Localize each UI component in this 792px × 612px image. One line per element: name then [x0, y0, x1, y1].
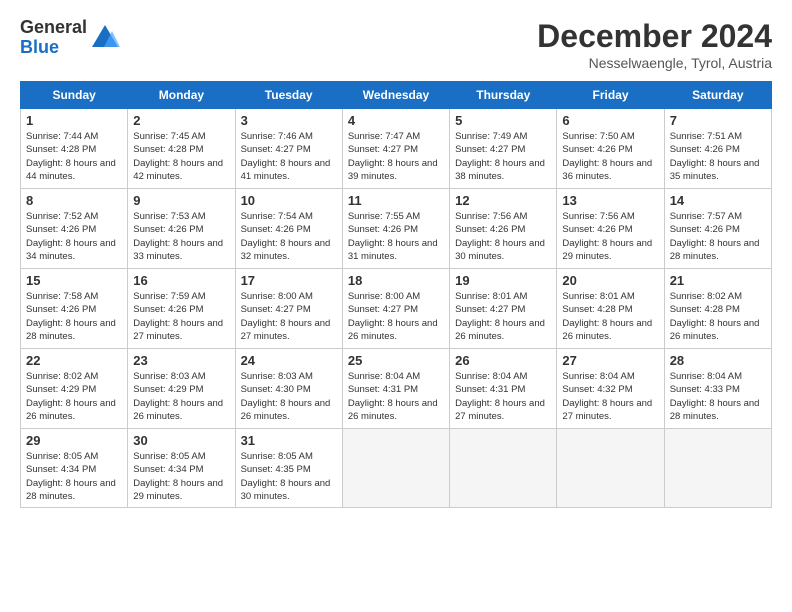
col-sunday: Sunday — [21, 82, 128, 109]
table-row: 29Sunrise: 8:05 AMSunset: 4:34 PMDayligh… — [21, 429, 128, 508]
logo-text: General Blue — [20, 18, 87, 58]
month-title: December 2024 — [537, 18, 772, 55]
table-row: 14Sunrise: 7:57 AMSunset: 4:26 PMDayligh… — [664, 189, 771, 269]
col-wednesday: Wednesday — [342, 82, 449, 109]
header: General Blue December 2024 Nesselwaengle… — [20, 18, 772, 71]
logo-general: General — [20, 17, 87, 37]
table-row: 9Sunrise: 7:53 AMSunset: 4:26 PMDaylight… — [128, 189, 235, 269]
table-row: 4Sunrise: 7:47 AMSunset: 4:27 PMDaylight… — [342, 109, 449, 189]
col-friday: Friday — [557, 82, 664, 109]
title-section: December 2024 Nesselwaengle, Tyrol, Aust… — [537, 18, 772, 71]
table-row: 13Sunrise: 7:56 AMSunset: 4:26 PMDayligh… — [557, 189, 664, 269]
table-row: 6Sunrise: 7:50 AMSunset: 4:26 PMDaylight… — [557, 109, 664, 189]
table-row: 5Sunrise: 7:49 AMSunset: 4:27 PMDaylight… — [450, 109, 557, 189]
table-row: 11Sunrise: 7:55 AMSunset: 4:26 PMDayligh… — [342, 189, 449, 269]
col-saturday: Saturday — [664, 82, 771, 109]
col-thursday: Thursday — [450, 82, 557, 109]
table-row: 28Sunrise: 8:04 AMSunset: 4:33 PMDayligh… — [664, 349, 771, 429]
calendar-table: Sunday Monday Tuesday Wednesday Thursday… — [20, 81, 772, 508]
table-row — [342, 429, 449, 508]
table-row: 30Sunrise: 8:05 AMSunset: 4:34 PMDayligh… — [128, 429, 235, 508]
table-row: 24Sunrise: 8:03 AMSunset: 4:30 PMDayligh… — [235, 349, 342, 429]
table-row: 26Sunrise: 8:04 AMSunset: 4:31 PMDayligh… — [450, 349, 557, 429]
table-row: 22Sunrise: 8:02 AMSunset: 4:29 PMDayligh… — [21, 349, 128, 429]
table-row: 17Sunrise: 8:00 AMSunset: 4:27 PMDayligh… — [235, 269, 342, 349]
table-row: 23Sunrise: 8:03 AMSunset: 4:29 PMDayligh… — [128, 349, 235, 429]
table-row: 10Sunrise: 7:54 AMSunset: 4:26 PMDayligh… — [235, 189, 342, 269]
table-row — [664, 429, 771, 508]
location: Nesselwaengle, Tyrol, Austria — [537, 55, 772, 71]
table-row: 31Sunrise: 8:05 AMSunset: 4:35 PMDayligh… — [235, 429, 342, 508]
col-tuesday: Tuesday — [235, 82, 342, 109]
table-row: 21Sunrise: 8:02 AMSunset: 4:28 PMDayligh… — [664, 269, 771, 349]
table-row — [557, 429, 664, 508]
table-row: 7Sunrise: 7:51 AMSunset: 4:26 PMDaylight… — [664, 109, 771, 189]
table-row: 2Sunrise: 7:45 AMSunset: 4:28 PMDaylight… — [128, 109, 235, 189]
col-monday: Monday — [128, 82, 235, 109]
table-row: 20Sunrise: 8:01 AMSunset: 4:28 PMDayligh… — [557, 269, 664, 349]
table-row: 19Sunrise: 8:01 AMSunset: 4:27 PMDayligh… — [450, 269, 557, 349]
table-row: 1Sunrise: 7:44 AMSunset: 4:28 PMDaylight… — [21, 109, 128, 189]
table-row — [450, 429, 557, 508]
calendar-page: General Blue December 2024 Nesselwaengle… — [0, 0, 792, 612]
table-row: 15Sunrise: 7:58 AMSunset: 4:26 PMDayligh… — [21, 269, 128, 349]
table-row: 18Sunrise: 8:00 AMSunset: 4:27 PMDayligh… — [342, 269, 449, 349]
table-row: 25Sunrise: 8:04 AMSunset: 4:31 PMDayligh… — [342, 349, 449, 429]
table-row: 16Sunrise: 7:59 AMSunset: 4:26 PMDayligh… — [128, 269, 235, 349]
logo-blue: Blue — [20, 37, 59, 57]
logo: General Blue — [20, 18, 120, 58]
logo-icon — [90, 23, 120, 53]
table-row: 8Sunrise: 7:52 AMSunset: 4:26 PMDaylight… — [21, 189, 128, 269]
table-row: 12Sunrise: 7:56 AMSunset: 4:26 PMDayligh… — [450, 189, 557, 269]
table-row: 3Sunrise: 7:46 AMSunset: 4:27 PMDaylight… — [235, 109, 342, 189]
table-row: 27Sunrise: 8:04 AMSunset: 4:32 PMDayligh… — [557, 349, 664, 429]
header-row: Sunday Monday Tuesday Wednesday Thursday… — [21, 82, 772, 109]
